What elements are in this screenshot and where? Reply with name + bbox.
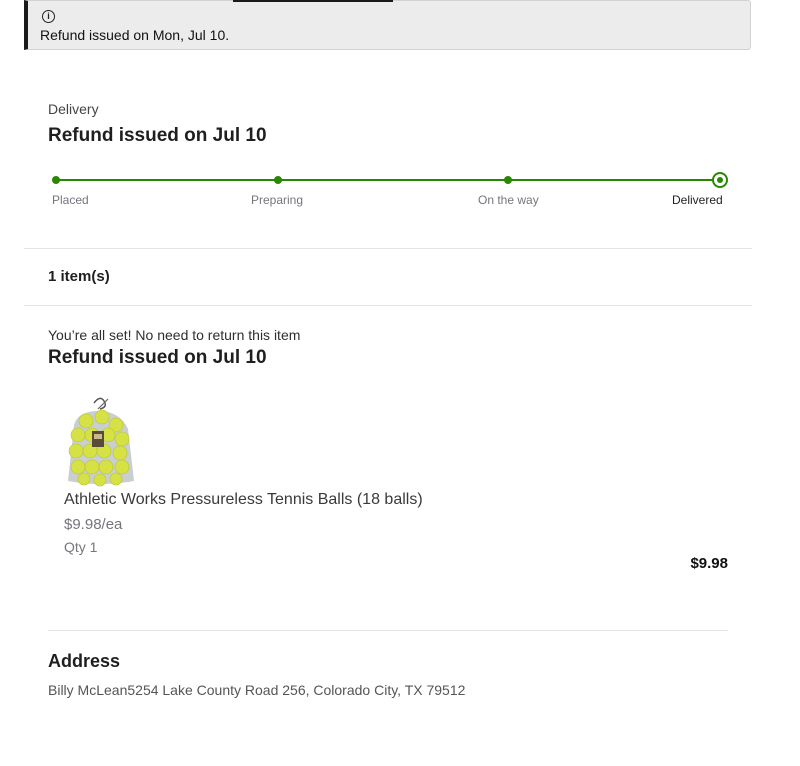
- step-dot-placed: [52, 176, 60, 184]
- unit-price: $9.98/ea: [64, 516, 123, 533]
- quantity: Qty 1: [64, 539, 98, 555]
- product-name-link[interactable]: Athletic Works Pressureless Tennis Balls…: [64, 491, 423, 509]
- address-title: Address: [48, 651, 121, 671]
- address-divider: [48, 630, 728, 631]
- banner-text: Refund issued on Mon, Jul 10.: [40, 27, 230, 43]
- delivery-status-heading: Refund issued on Jul 10: [48, 125, 267, 146]
- step-label-on-the-way: On the way: [478, 193, 539, 207]
- section-divider: [24, 248, 752, 249]
- refund-banner: i Refund issued on Mon, Jul 10.: [24, 0, 751, 50]
- delivery-label: Delivery: [48, 101, 99, 117]
- item-total-price: $9.98: [690, 555, 728, 572]
- step-dot-on-the-way: [504, 176, 512, 184]
- section-divider: [24, 305, 752, 306]
- banner-top-accent: [233, 0, 393, 2]
- step-dot-preparing: [274, 176, 282, 184]
- step-label-preparing: Preparing: [251, 193, 304, 207]
- progress-line: [55, 179, 720, 181]
- tennis-balls-bag-image[interactable]: [64, 395, 136, 487]
- step-dot-delivered: [712, 172, 728, 188]
- step-label-delivered: Delivered: [672, 193, 723, 207]
- return-note: You’re all set! No need to return this i…: [48, 327, 301, 343]
- step-label-placed: Placed: [52, 193, 89, 207]
- info-icon: i: [42, 10, 55, 23]
- refund-status-heading: Refund issued on Jul 10: [48, 347, 267, 368]
- items-count: 1 item(s): [48, 268, 110, 285]
- address-text: Billy McLean5254 Lake County Road 256, C…: [48, 682, 466, 698]
